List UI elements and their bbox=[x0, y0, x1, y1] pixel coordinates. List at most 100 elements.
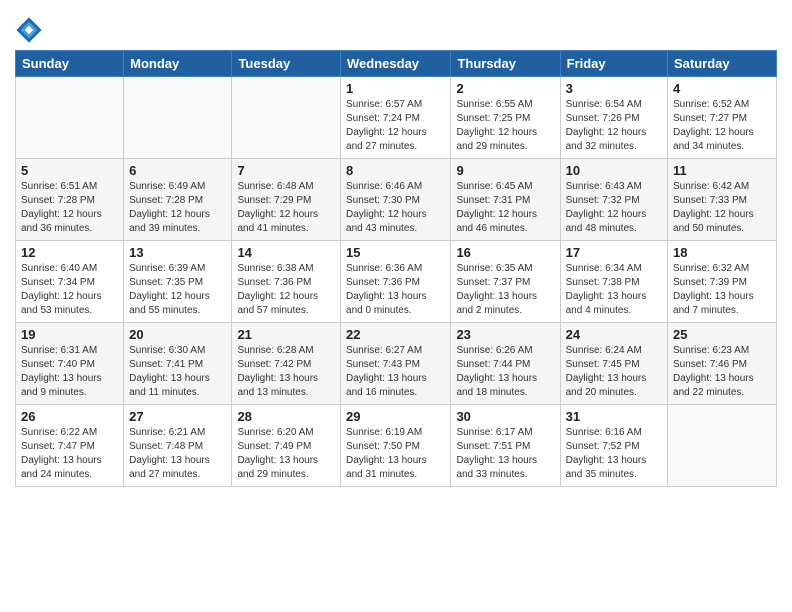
day-info: Sunrise: 6:55 AM Sunset: 7:25 PM Dayligh… bbox=[456, 98, 554, 154]
calendar-week-row: 1Sunrise: 6:57 AM Sunset: 7:24 PM Daylig… bbox=[16, 77, 777, 159]
calendar-cell: 21Sunrise: 6:28 AM Sunset: 7:42 PM Dayli… bbox=[232, 323, 341, 405]
day-number: 2 bbox=[456, 81, 554, 96]
day-info: Sunrise: 6:48 AM Sunset: 7:29 PM Dayligh… bbox=[237, 180, 335, 236]
calendar-cell: 18 Sunrise: 6:32 AM Sunset: 7:39 PM Dayli… bbox=[668, 241, 777, 323]
day-info: Sunrise: 6:19 AM Sunset: 7:50 PM Dayligh… bbox=[346, 426, 445, 482]
day-number: 16 bbox=[456, 245, 554, 260]
day-number: 24 bbox=[566, 327, 662, 342]
day-info: Sunrise: 6:36 AM Sunset: 7:36 PM Dayligh… bbox=[346, 262, 445, 318]
day-number: 23 bbox=[456, 327, 554, 342]
calendar-cell: 10Sunrise: 6:43 AM Sunset: 7:32 PM Dayli… bbox=[560, 159, 667, 241]
calendar-cell: 12 Sunrise: 6:40 AM Sunset: 7:34 PM Dayli… bbox=[16, 241, 124, 323]
day-of-week-header: Sunday bbox=[16, 51, 124, 77]
day-info: Sunrise: 6:22 AM Sunset: 7:47 PM Dayligh… bbox=[21, 426, 118, 482]
calendar-week-row: 26 Sunrise: 6:22 AM Sunset: 7:47 PM Dayli… bbox=[16, 405, 777, 487]
day-number: 25 bbox=[673, 327, 771, 342]
calendar-cell: 27Sunrise: 6:21 AM Sunset: 7:48 PM Dayli… bbox=[124, 405, 232, 487]
calendar-cell: 8 Sunrise: 6:46 AM Sunset: 7:30 PM Daylig… bbox=[341, 159, 451, 241]
calendar-cell: 13 Sunrise: 6:39 AM Sunset: 7:35 PM Dayli… bbox=[124, 241, 232, 323]
day-number: 30 bbox=[456, 409, 554, 424]
day-info: Sunrise: 6:39 AM Sunset: 7:35 PM Dayligh… bbox=[129, 262, 226, 318]
day-number: 9 bbox=[456, 163, 554, 178]
day-info: Sunrise: 6:32 AM Sunset: 7:39 PM Dayligh… bbox=[673, 262, 771, 318]
day-number: 27 bbox=[129, 409, 226, 424]
day-info: Sunrise: 6:46 AM Sunset: 7:30 PM Dayligh… bbox=[346, 180, 445, 236]
calendar-cell: 29 Sunrise: 6:19 AM Sunset: 7:50 PM Dayli… bbox=[341, 405, 451, 487]
calendar-cell: 16 Sunrise: 6:35 AM Sunset: 7:37 PM Dayli… bbox=[451, 241, 560, 323]
day-number: 15 bbox=[346, 245, 445, 260]
calendar-week-row: 19 Sunrise: 6:31 AM Sunset: 7:40 PM Dayli… bbox=[16, 323, 777, 405]
calendar-cell: 30Sunrise: 6:17 AM Sunset: 7:51 PM Dayli… bbox=[451, 405, 560, 487]
day-info: Sunrise: 6:26 AM Sunset: 7:44 PM Dayligh… bbox=[456, 344, 554, 400]
day-number: 26 bbox=[21, 409, 118, 424]
calendar-cell: 6 Sunrise: 6:49 AM Sunset: 7:28 PM Daylig… bbox=[124, 159, 232, 241]
calendar-cell bbox=[124, 77, 232, 159]
page-header bbox=[15, 10, 777, 44]
calendar-cell: 3 Sunrise: 6:54 AM Sunset: 7:26 PM Daylig… bbox=[560, 77, 667, 159]
calendar-cell: 26 Sunrise: 6:22 AM Sunset: 7:47 PM Dayli… bbox=[16, 405, 124, 487]
calendar-cell: 31 Sunrise: 6:16 AM Sunset: 7:52 PM Dayli… bbox=[560, 405, 667, 487]
calendar-header-row: SundayMondayTuesdayWednesdayThursdayFrid… bbox=[16, 51, 777, 77]
day-info: Sunrise: 6:57 AM Sunset: 7:24 PM Dayligh… bbox=[346, 98, 445, 154]
day-number: 5 bbox=[21, 163, 118, 178]
calendar-cell: 11 Sunrise: 6:42 AM Sunset: 7:33 PM Dayli… bbox=[668, 159, 777, 241]
logo-icon bbox=[15, 16, 43, 44]
day-number: 22 bbox=[346, 327, 445, 342]
day-info: Sunrise: 6:20 AM Sunset: 7:49 PM Dayligh… bbox=[237, 426, 335, 482]
calendar-cell: 20 Sunrise: 6:30 AM Sunset: 7:41 PM Dayli… bbox=[124, 323, 232, 405]
day-number: 4 bbox=[673, 81, 771, 96]
day-of-week-header: Monday bbox=[124, 51, 232, 77]
day-number: 31 bbox=[566, 409, 662, 424]
calendar-cell: 28 Sunrise: 6:20 AM Sunset: 7:49 PM Dayli… bbox=[232, 405, 341, 487]
day-number: 8 bbox=[346, 163, 445, 178]
calendar-cell bbox=[668, 405, 777, 487]
day-number: 21 bbox=[237, 327, 335, 342]
day-info: Sunrise: 6:45 AM Sunset: 7:31 PM Dayligh… bbox=[456, 180, 554, 236]
calendar-cell: 7 Sunrise: 6:48 AM Sunset: 7:29 PM Daylig… bbox=[232, 159, 341, 241]
day-number: 12 bbox=[21, 245, 118, 260]
day-info: Sunrise: 6:49 AM Sunset: 7:28 PM Dayligh… bbox=[129, 180, 226, 236]
day-number: 3 bbox=[566, 81, 662, 96]
day-number: 28 bbox=[237, 409, 335, 424]
day-number: 11 bbox=[673, 163, 771, 178]
calendar-cell: 22 Sunrise: 6:27 AM Sunset: 7:43 PM Dayli… bbox=[341, 323, 451, 405]
day-number: 13 bbox=[129, 245, 226, 260]
day-number: 7 bbox=[237, 163, 335, 178]
day-info: Sunrise: 6:52 AM Sunset: 7:27 PM Dayligh… bbox=[673, 98, 771, 154]
day-info: Sunrise: 6:35 AM Sunset: 7:37 PM Dayligh… bbox=[456, 262, 554, 318]
calendar-table: SundayMondayTuesdayWednesdayThursdayFrid… bbox=[15, 50, 777, 487]
day-info: Sunrise: 6:30 AM Sunset: 7:41 PM Dayligh… bbox=[129, 344, 226, 400]
day-number: 17 bbox=[566, 245, 662, 260]
day-of-week-header: Wednesday bbox=[341, 51, 451, 77]
calendar-cell: 23 Sunrise: 6:26 AM Sunset: 7:44 PM Dayli… bbox=[451, 323, 560, 405]
calendar-cell: 25 Sunrise: 6:23 AM Sunset: 7:46 PM Dayli… bbox=[668, 323, 777, 405]
day-number: 19 bbox=[21, 327, 118, 342]
day-info: Sunrise: 6:51 AM Sunset: 7:28 PM Dayligh… bbox=[21, 180, 118, 236]
day-number: 14 bbox=[237, 245, 335, 260]
day-info: Sunrise: 6:42 AM Sunset: 7:33 PM Dayligh… bbox=[673, 180, 771, 236]
calendar-cell: 14 Sunrise: 6:38 AM Sunset: 7:36 PM Dayli… bbox=[232, 241, 341, 323]
day-number: 29 bbox=[346, 409, 445, 424]
day-number: 6 bbox=[129, 163, 226, 178]
day-info: Sunrise: 6:27 AM Sunset: 7:43 PM Dayligh… bbox=[346, 344, 445, 400]
day-number: 10 bbox=[566, 163, 662, 178]
day-info: Sunrise: 6:54 AM Sunset: 7:26 PM Dayligh… bbox=[566, 98, 662, 154]
day-info: Sunrise: 6:31 AM Sunset: 7:40 PM Dayligh… bbox=[21, 344, 118, 400]
calendar-cell: 2 Sunrise: 6:55 AM Sunset: 7:25 PM Daylig… bbox=[451, 77, 560, 159]
day-info: Sunrise: 6:38 AM Sunset: 7:36 PM Dayligh… bbox=[237, 262, 335, 318]
day-of-week-header: Tuesday bbox=[232, 51, 341, 77]
day-of-week-header: Friday bbox=[560, 51, 667, 77]
day-info: Sunrise: 6:24 AM Sunset: 7:45 PM Dayligh… bbox=[566, 344, 662, 400]
calendar-week-row: 5 Sunrise: 6:51 AM Sunset: 7:28 PM Daylig… bbox=[16, 159, 777, 241]
calendar-cell: 24 Sunrise: 6:24 AM Sunset: 7:45 PM Dayli… bbox=[560, 323, 667, 405]
day-info: Sunrise: 6:40 AM Sunset: 7:34 PM Dayligh… bbox=[21, 262, 118, 318]
day-number: 20 bbox=[129, 327, 226, 342]
day-of-week-header: Saturday bbox=[668, 51, 777, 77]
day-info: Sunrise: 6:16 AM Sunset: 7:52 PM Dayligh… bbox=[566, 426, 662, 482]
calendar-cell: 15 Sunrise: 6:36 AM Sunset: 7:36 PM Dayli… bbox=[341, 241, 451, 323]
calendar-cell: 4 Sunrise: 6:52 AM Sunset: 7:27 PM Daylig… bbox=[668, 77, 777, 159]
day-info: Sunrise: 6:23 AM Sunset: 7:46 PM Dayligh… bbox=[673, 344, 771, 400]
calendar-cell bbox=[232, 77, 341, 159]
calendar-cell bbox=[16, 77, 124, 159]
day-number: 18 bbox=[673, 245, 771, 260]
